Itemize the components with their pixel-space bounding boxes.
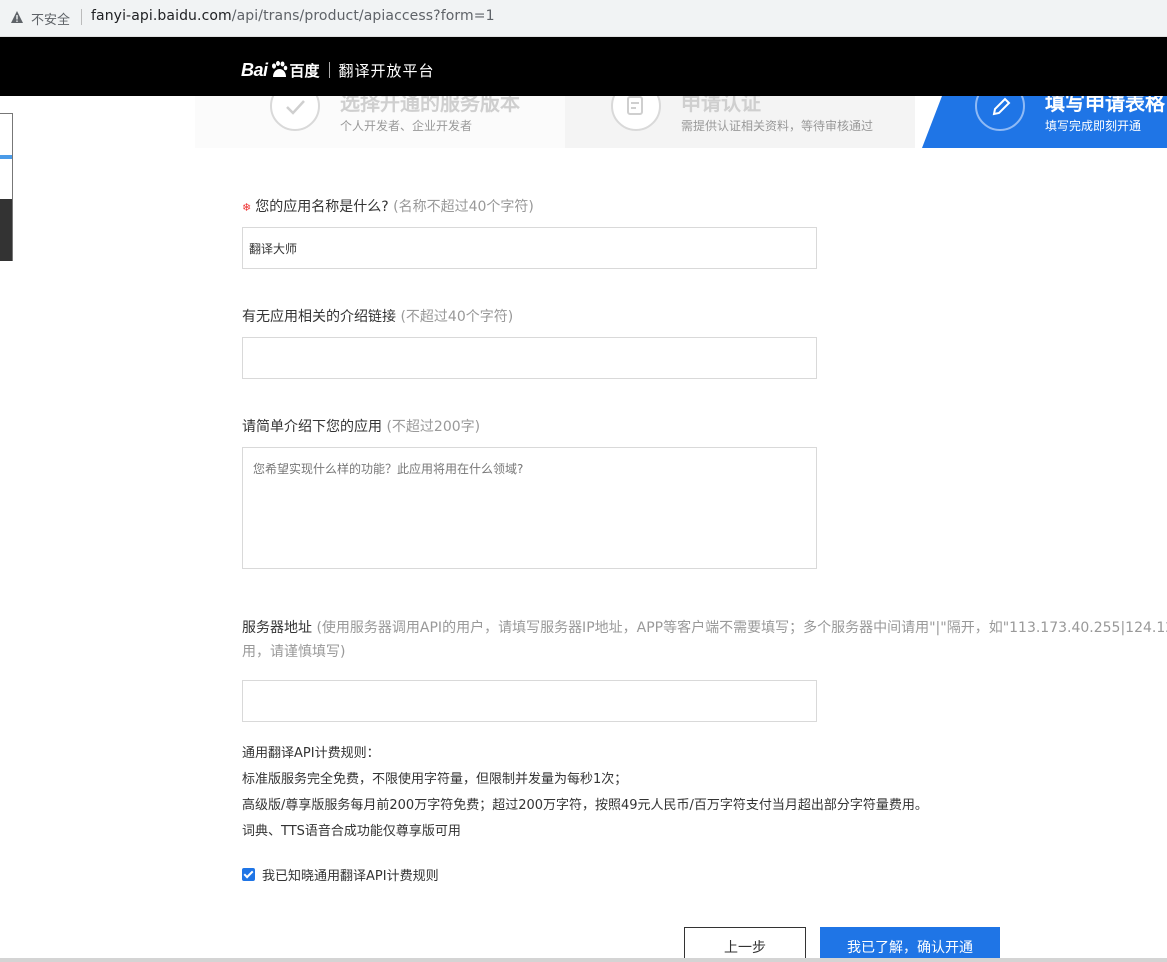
confirm-open-button[interactable]: 我已了解，确认开通: [820, 927, 1000, 962]
step-2-title: 申请认证: [681, 96, 761, 115]
agreement-row[interactable]: 我已知晓通用翻译API计费规则: [242, 865, 439, 884]
url-host: fanyi-api.baidu.com: [91, 8, 232, 24]
agreement-label[interactable]: 我已知晓通用翻译API计费规则: [262, 865, 439, 884]
app-name-label: ❄ 您的应用名称是什么? (名称不超过40个字符): [242, 196, 534, 216]
side-widget-accent: [0, 155, 12, 159]
app-link-hint: (不超过40个字符): [400, 309, 514, 325]
warning-icon: [11, 11, 23, 23]
check-icon: [270, 96, 320, 131]
step-1-subtitle: 个人开发者、企业开发者: [340, 119, 473, 133]
logo-du-text: 百度: [289, 61, 320, 80]
app-name-hint: (名称不超过40个字符): [393, 199, 534, 215]
billing-rules-title: 通用翻译API计费规则：: [242, 746, 380, 761]
required-mark: ❄: [242, 201, 252, 214]
app-intro-hint: (不超过200字): [386, 419, 481, 435]
horizontal-scrollbar[interactable]: [0, 958, 1167, 962]
side-widget[interactable]: [0, 113, 13, 261]
app-intro-label: 请简单介绍下您的应用 (不超过200字): [242, 416, 480, 436]
security-label[interactable]: 不安全: [31, 9, 70, 28]
step-3-title: 填写申请表格: [1045, 96, 1165, 115]
app-link-label-text: 有无应用相关的介绍链接: [242, 309, 396, 325]
url-path: /api/trans/product/apiaccess?form=1: [231, 8, 495, 24]
logo-bai-text: Bai: [241, 59, 268, 80]
step-1-title: 选择开通的服务版本: [340, 96, 520, 115]
logo-divider: [328, 62, 330, 78]
app-link-label: 有无应用相关的介绍链接 (不超过40个字符): [242, 306, 513, 326]
app-intro-textarea[interactable]: 您希望实现什么样的功能？此应用将用在什么领域?: [242, 447, 817, 569]
server-address-label-text: 服务器地址: [242, 620, 312, 636]
browser-address-bar[interactable]: 不安全 fanyi-api.baidu.com/api/trans/produc…: [0, 0, 1167, 37]
server-address-input[interactable]: [242, 680, 817, 722]
platform-title: 翻译开放平台: [338, 61, 435, 80]
prev-step-button[interactable]: 上一步: [684, 927, 806, 962]
step-3-subtitle: 填写完成即刻开通: [1045, 119, 1142, 133]
step-2-subtitle: 需提供认证相关资料，等待审核通过: [681, 119, 874, 133]
step-progress: 选择开通的服务版本 个人开发者、企业开发者 申请认证 需提供认证相关资料，等待审…: [195, 96, 1167, 148]
pencil-icon: [975, 96, 1025, 131]
server-address-label: 服务器地址 (使用服务器调用API的用户，请填写服务器IP地址，APP等客户端不…: [242, 614, 1167, 642]
app-link-input[interactable]: [242, 337, 817, 379]
address-divider: [81, 9, 82, 25]
billing-rule-line: 标准版服务完全免费，不限使用字符量，但限制并发量为每秒1次；: [242, 772, 628, 787]
billing-rule-line: 高级版/尊享版服务每月前200万字符免费；超过200万字符，按照49元人民币/百…: [242, 798, 928, 813]
app-name-input[interactable]: 翻译大师: [242, 227, 817, 269]
side-widget-dark-block: [0, 199, 12, 261]
app-intro-label-text: 请简单介绍下您的应用: [242, 419, 382, 435]
server-address-hint-continued: 用，请谨慎填写): [242, 644, 346, 660]
url-text[interactable]: fanyi-api.baidu.com/api/trans/product/ap…: [91, 8, 495, 24]
baidu-logo[interactable]: Bai 百度 翻译开放平台: [241, 58, 435, 82]
document-icon: [611, 96, 661, 131]
billing-rule-line: 词典、TTS语音合成功能仅尊享版可用: [242, 824, 461, 839]
server-address-hint: (使用服务器调用API的用户，请填写服务器IP地址，APP等客户端不需要填写；多…: [316, 620, 1167, 636]
app-name-label-text: 您的应用名称是什么?: [255, 199, 389, 215]
top-nav-bar: [0, 37, 1167, 96]
paw-icon: [271, 61, 287, 77]
agreement-checkbox[interactable]: [242, 867, 255, 881]
